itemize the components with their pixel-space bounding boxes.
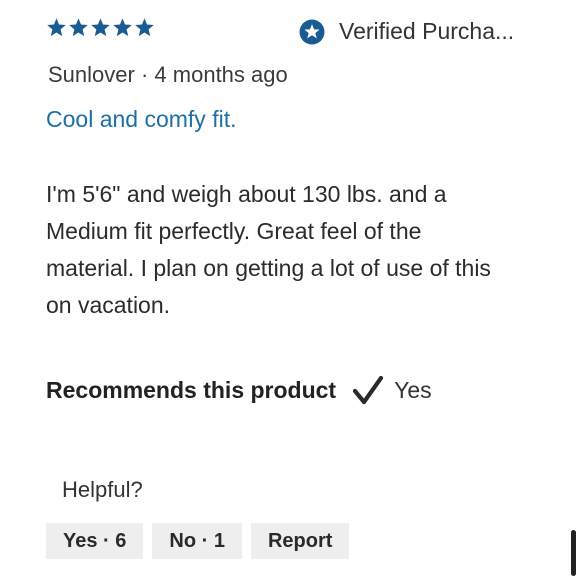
star-icon	[112, 17, 133, 38]
feedback-buttons: Yes · 6 No · 1 Report	[46, 523, 350, 559]
verified-purchase-label: Verified Purcha...	[339, 18, 515, 44]
verified-purchase-badge: Verified Purcha...	[299, 18, 514, 45]
review-age: 4 months ago	[154, 62, 288, 87]
star-icon	[46, 17, 67, 38]
star-icon	[90, 17, 111, 38]
star-icon	[134, 17, 155, 38]
recommendation: Recommends this product Yes	[46, 375, 432, 405]
checkmark-icon	[352, 375, 384, 405]
helpful-prompt: Helpful?	[62, 477, 143, 502]
star-icon	[68, 17, 89, 38]
verified-star-badge-icon	[299, 19, 325, 45]
helpful-no-button[interactable]: No · 1	[152, 523, 242, 559]
author-name: Sunlover	[48, 62, 135, 87]
report-button[interactable]: Report	[250, 523, 350, 559]
review-body: I'm 5'6" and weigh about 130 lbs. and a …	[46, 181, 491, 318]
star-rating	[46, 17, 155, 38]
review-title: Cool and comfy fit.	[46, 106, 237, 132]
recommends-value: Yes	[394, 376, 432, 403]
byline-separator: ·	[140, 62, 149, 87]
scrollbar-thumb[interactable]	[571, 530, 576, 576]
recommends-label: Recommends this product	[46, 376, 337, 403]
review-byline: Sunlover · 4 months ago	[48, 62, 288, 88]
helpful-yes-button[interactable]: Yes · 6	[46, 523, 144, 559]
